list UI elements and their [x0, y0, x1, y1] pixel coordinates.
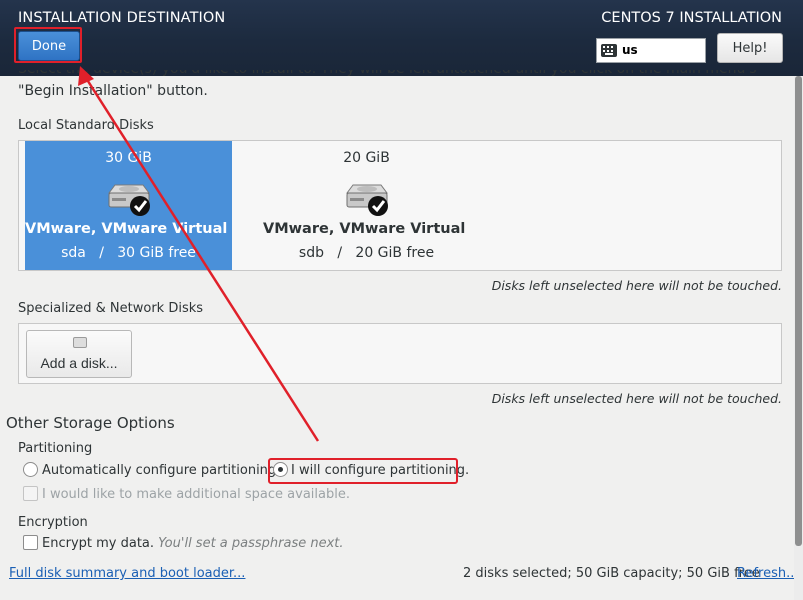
- disk-name: VMware, VMware Virtual S: [263, 221, 470, 237]
- network-disks-note: Disks left unselected here will not be t…: [491, 391, 782, 406]
- help-button[interactable]: Help!: [717, 33, 783, 63]
- local-disks-label: Local Standard Disks: [18, 118, 154, 133]
- scrollbar-thumb[interactable]: [795, 76, 802, 546]
- page-title: INSTALLATION DESTINATION: [18, 10, 226, 26]
- encrypt-text: Encrypt my data.: [42, 536, 155, 551]
- auto-partition-label[interactable]: Automatically configure partitioning.: [42, 463, 280, 478]
- disk-size: 30 GiB: [105, 150, 152, 166]
- refresh-link[interactable]: Refresh...: [737, 566, 799, 581]
- keyboard-layout-indicator[interactable]: us: [596, 38, 706, 63]
- disk-summary-text: 2 disks selected; 50 GiB capacity; 50 Gi…: [463, 566, 760, 581]
- network-disks-panel: Add a disk...: [18, 323, 782, 384]
- hard-disk-icon: [346, 184, 388, 216]
- intro-line-2: "Begin Installation" button.: [18, 83, 208, 99]
- encrypt-label[interactable]: Encrypt my data. You'll set a passphrase…: [42, 536, 344, 551]
- add-disk-button[interactable]: Add a disk...: [26, 330, 132, 378]
- encryption-label: Encryption: [18, 515, 88, 530]
- partitioning-label: Partitioning: [18, 441, 93, 456]
- intro-line-1: Select the device(s) you'd like to insta…: [18, 70, 778, 80]
- product-title: CENTOS 7 INSTALLATION: [601, 10, 782, 26]
- local-disks-note: Disks left unselected here will not be t…: [491, 278, 782, 293]
- disk-info: sdb / 20 GiB free: [298, 245, 435, 261]
- disk-size: 20 GiB: [343, 150, 390, 166]
- done-highlight-box: [14, 27, 82, 63]
- header-bar: INSTALLATION DESTINATION CENTOS 7 INSTAL…: [0, 0, 803, 76]
- keyboard-icon: [601, 44, 617, 57]
- disk-sdb[interactable]: 20 GiB VMware, VMware Virtual S sdb / 20…: [263, 141, 470, 270]
- intro-text: Select the device(s) you'd like to insta…: [18, 70, 778, 102]
- keyboard-layout-label: us: [622, 43, 638, 57]
- disk-info: sda / 30 GiB free: [61, 245, 196, 261]
- hard-disk-icon: [108, 184, 150, 216]
- full-disk-summary-link[interactable]: Full disk summary and boot loader...: [9, 566, 245, 581]
- extra-space-label: I would like to make additional space av…: [42, 487, 350, 502]
- auto-partition-radio[interactable]: [23, 462, 38, 477]
- encrypt-checkbox[interactable]: [23, 535, 38, 550]
- add-disk-label: Add a disk...: [40, 355, 118, 371]
- disk-name: VMware, VMware Virtual S: [25, 221, 232, 237]
- add-disk-icon: [73, 337, 87, 348]
- encrypt-hint: You'll set a passphrase next.: [158, 536, 344, 551]
- extra-space-checkbox[interactable]: [23, 486, 38, 501]
- vertical-scrollbar[interactable]: [794, 76, 803, 600]
- local-disks-panel: 30 GiB VMware, VMware Virtual S sda / 30…: [18, 140, 782, 271]
- manual-partition-highlight-box: [268, 458, 458, 484]
- disk-sda[interactable]: 30 GiB VMware, VMware Virtual S sda / 30…: [25, 141, 232, 270]
- other-storage-title: Other Storage Options: [6, 414, 175, 432]
- network-disks-label: Specialized & Network Disks: [18, 301, 204, 316]
